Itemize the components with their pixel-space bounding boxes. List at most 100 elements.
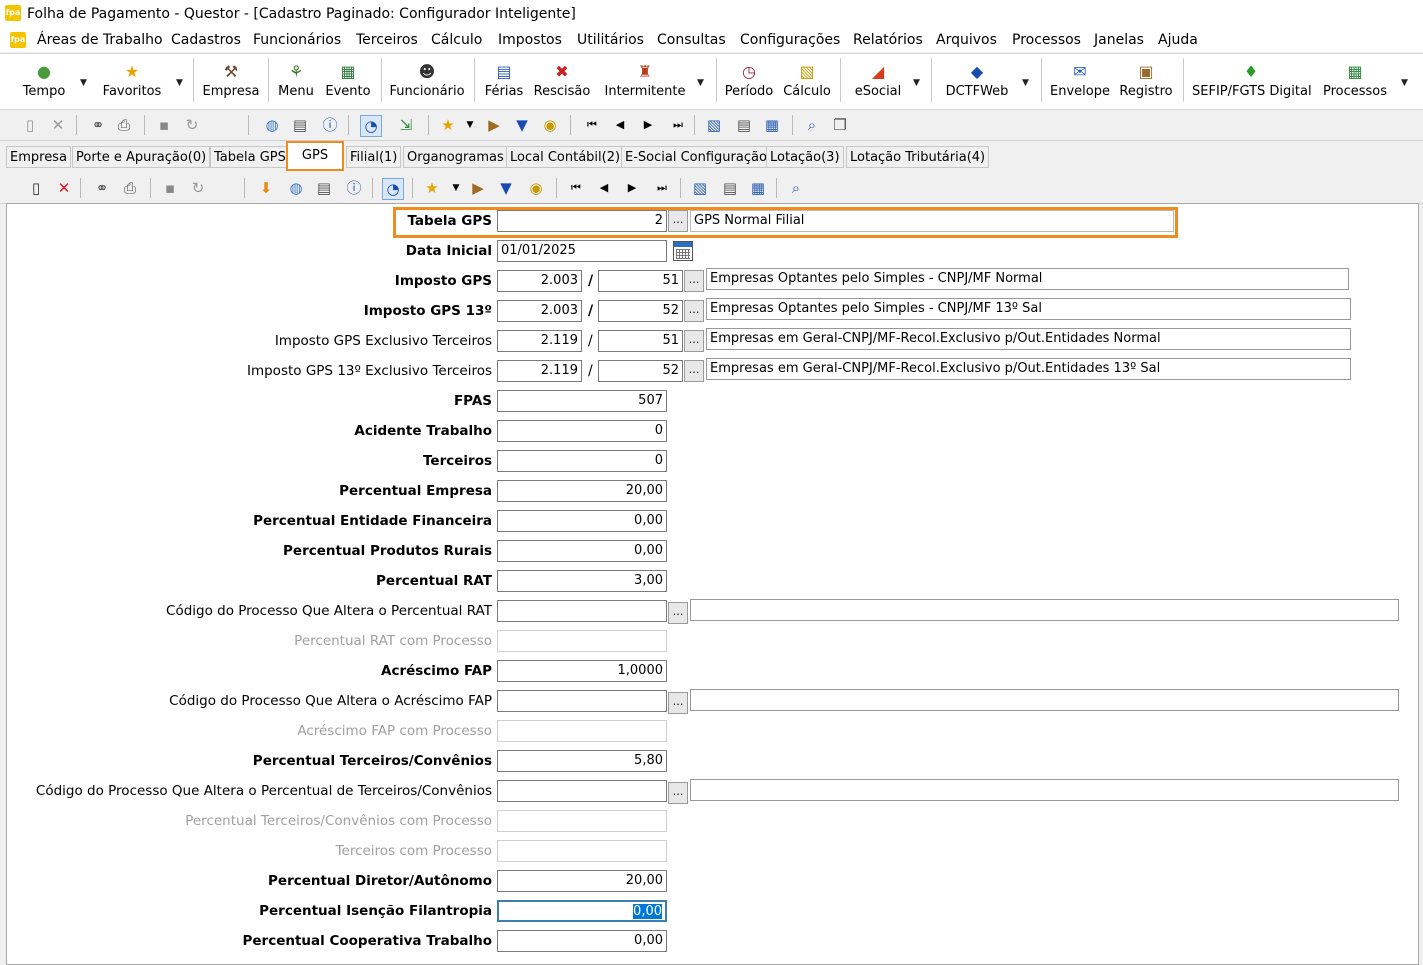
- menu-utilitarios[interactable]: Utilitários: [577, 32, 644, 48]
- percentual-diretor-autonomo-input[interactable]: 20,00: [497, 870, 667, 892]
- codigo-processo-rat-input[interactable]: [497, 600, 667, 622]
- report-icon[interactable]: ▤: [734, 115, 754, 135]
- preview-icon[interactable]: ⌕: [802, 115, 822, 135]
- refresh-icon[interactable]: ↻: [182, 115, 202, 135]
- percentual-produtos-rurais-input[interactable]: 0,00: [497, 540, 667, 562]
- tab-filial[interactable]: Filial(1): [346, 146, 402, 168]
- chevron-down-icon[interactable]: ▼: [176, 78, 183, 88]
- menu-processos[interactable]: Processos: [1012, 32, 1081, 48]
- tabela-gps-lookup-button[interactable]: …: [668, 210, 688, 232]
- menu-relatorios[interactable]: Relatórios: [853, 32, 923, 48]
- next-record-icon[interactable]: ▶: [638, 115, 658, 135]
- chevron-down-icon[interactable]: ▼: [1401, 78, 1408, 88]
- filter-icon[interactable]: ▼: [512, 115, 532, 135]
- star-icon[interactable]: ★: [438, 115, 458, 135]
- imposto-excl-lookup-button[interactable]: …: [684, 330, 704, 352]
- export-icon[interactable]: ⇲: [396, 115, 416, 135]
- acrescimo-fap-input[interactable]: 1,0000: [497, 660, 667, 682]
- toolbar-tempo-button[interactable]: ● Tempo: [18, 62, 70, 106]
- chevron-down-icon[interactable]: ▼: [913, 78, 920, 88]
- tab-lotacao-tributaria[interactable]: Lotação Tributária(4): [846, 146, 990, 168]
- toolbar-funcionario-button[interactable]: ☻ Funcionário: [388, 62, 466, 106]
- imposto-excl-var-input[interactable]: 51: [598, 330, 683, 352]
- new-record-icon[interactable]: ▯: [20, 115, 40, 135]
- acidente-trabalho-input[interactable]: 0: [497, 420, 667, 442]
- tab-esocial-configuracao[interactable]: E-Social Configuração: [621, 146, 771, 168]
- menu-calculo[interactable]: Cálculo: [431, 32, 482, 48]
- percentual-entidade-financeira-input[interactable]: 0,00: [497, 510, 667, 532]
- tab-local-contabil[interactable]: Local Contábil(2): [506, 146, 625, 168]
- toolbar-sefip-button[interactable]: ♦ SEFIP/FGTS Digital: [1192, 62, 1312, 106]
- menu-arquivos[interactable]: Arquivos: [936, 32, 997, 48]
- save-icon[interactable]: ▪: [154, 115, 174, 135]
- imposto-gps-13-code-input[interactable]: 2.003: [497, 300, 582, 322]
- first-record-icon[interactable]: ⏮: [566, 178, 586, 198]
- menu-app-icon[interactable]: fpa: [10, 32, 26, 48]
- star-icon[interactable]: ★: [422, 178, 442, 198]
- chevron-down-icon[interactable]: ▼: [80, 78, 87, 88]
- toolbar-envelope-button[interactable]: ✉ Envelope: [1050, 62, 1110, 106]
- last-record-icon[interactable]: ⏭: [668, 115, 688, 135]
- codigo-processo-terceiros-lookup-button[interactable]: …: [668, 782, 688, 804]
- toolbar-empresa-button[interactable]: ⚒ Empresa: [202, 62, 260, 106]
- previous-record-icon[interactable]: ◀: [594, 178, 614, 198]
- fpas-input[interactable]: 507: [497, 390, 667, 412]
- menu-cadastros[interactable]: Cadastros: [171, 32, 241, 48]
- stopwatch-icon[interactable]: ◔: [382, 178, 404, 200]
- toolbar-ferias-button[interactable]: ▤ Férias: [482, 62, 526, 106]
- chevron-down-icon[interactable]: ▼: [697, 78, 704, 88]
- filter-icon[interactable]: ▼: [496, 178, 516, 198]
- clear-filter-icon[interactable]: ◉: [526, 178, 546, 198]
- new-record-icon[interactable]: ▯: [26, 178, 46, 198]
- tab-empresa[interactable]: Empresa: [6, 146, 71, 168]
- menu-areas-de-trabalho[interactable]: Áreas de Trabalho: [37, 32, 163, 48]
- calendar-icon[interactable]: [673, 241, 693, 261]
- copy-icon[interactable]: ❐: [830, 115, 850, 135]
- menu-configuracoes[interactable]: Configurações: [740, 32, 840, 48]
- previous-record-icon[interactable]: ◀: [610, 115, 630, 135]
- data-inicial-input[interactable]: 01/01/2025: [497, 240, 667, 262]
- list-icon[interactable]: ▤: [314, 178, 334, 198]
- imposto-gps-lookup-button[interactable]: …: [684, 270, 704, 292]
- codigo-processo-fap-lookup-button[interactable]: …: [668, 692, 688, 714]
- tab-tabela-gps[interactable]: Tabela GPS: [210, 146, 290, 168]
- report-excel-icon[interactable]: ▦: [748, 178, 768, 198]
- imposto-excl-13-code-input[interactable]: 2.119: [497, 360, 582, 382]
- binoculars-icon[interactable]: ⚭: [88, 115, 108, 135]
- terceiros-input[interactable]: 0: [497, 450, 667, 472]
- toolbar-periodo-button[interactable]: ◷ Período: [722, 62, 776, 106]
- percentual-cooperativa-trabalho-input[interactable]: 0,00: [497, 930, 667, 952]
- toolbar-registro-button[interactable]: ▣ Registro: [1118, 62, 1174, 106]
- percentual-terceiros-convenios-input[interactable]: 5,80: [497, 750, 667, 772]
- menu-consultas[interactable]: Consultas: [657, 32, 726, 48]
- toolbar-evento-button[interactable]: ▦ Evento: [324, 62, 372, 106]
- tab-organogramas[interactable]: Organogramas: [403, 146, 508, 168]
- menu-ajuda[interactable]: Ajuda: [1158, 32, 1198, 48]
- report-icon[interactable]: ▤: [720, 178, 740, 198]
- imposto-excl-13-lookup-button[interactable]: …: [684, 360, 704, 382]
- chevron-down-icon[interactable]: ▼: [1022, 78, 1029, 88]
- toolbar-processos-button[interactable]: ▦ Processos: [1322, 62, 1388, 106]
- toolbar-favoritos-button[interactable]: ★ Favoritos: [100, 62, 164, 106]
- tab-gps[interactable]: GPS: [286, 141, 344, 171]
- tab-lotacao[interactable]: Lotação(3): [766, 146, 844, 168]
- last-record-icon[interactable]: ⏭: [652, 178, 672, 198]
- edit-doc-icon[interactable]: ▧: [704, 115, 724, 135]
- preview-icon[interactable]: ⌕: [786, 178, 806, 198]
- percentual-isencao-filantropia-input[interactable]: 0,00: [497, 900, 667, 922]
- binoculars-icon[interactable]: ⚭: [92, 178, 112, 198]
- stopwatch-icon[interactable]: ◔: [360, 115, 382, 137]
- info-icon[interactable]: ⓘ: [320, 115, 340, 135]
- info-icon[interactable]: ⓘ: [344, 178, 364, 198]
- report-excel-icon[interactable]: ▦: [762, 115, 782, 135]
- chevron-down-icon[interactable]: ▼: [460, 115, 480, 135]
- imposto-excl-13-var-input[interactable]: 52: [598, 360, 683, 382]
- save-icon[interactable]: ▪: [160, 178, 180, 198]
- print-icon[interactable]: ⎙: [114, 115, 134, 135]
- first-record-icon[interactable]: ⏮: [582, 115, 602, 135]
- toolbar-dctfweb-button[interactable]: ◆ DCTFWeb: [944, 62, 1010, 106]
- imposto-excl-code-input[interactable]: 2.119: [497, 330, 582, 352]
- delete-icon[interactable]: ✕: [54, 178, 74, 198]
- codigo-processo-rat-lookup-button[interactable]: …: [668, 602, 688, 624]
- codigo-processo-terceiros-input[interactable]: [497, 780, 667, 802]
